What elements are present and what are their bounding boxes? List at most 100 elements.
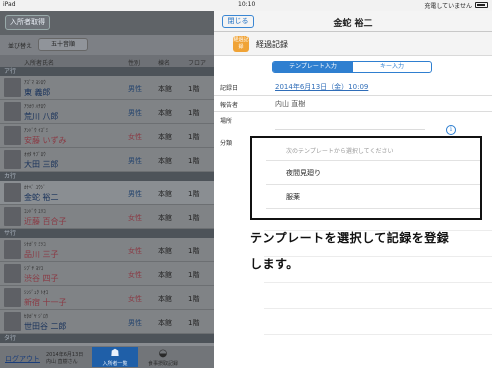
resident-gender: 男性 xyxy=(128,109,142,117)
resident-floor: 1階 xyxy=(188,247,200,255)
section-header: カ行 xyxy=(0,172,214,181)
resident-name: 大田 三郎 xyxy=(24,160,59,169)
resident-row[interactable]: ｼﾅｶﾞﾜ ﾐﾂｺ 品川 三子 女性 本館 1階 xyxy=(0,238,214,262)
avatar xyxy=(4,288,21,307)
resident-row[interactable]: ｼﾌﾞﾔ ﾖﾂｺ 渋谷 四子 女性 本館 1階 xyxy=(0,262,214,286)
modal-header: 閉じる 金蛇 裕二 xyxy=(214,11,492,32)
resident-gender: 女性 xyxy=(128,133,142,141)
info-icon[interactable]: i xyxy=(446,125,456,135)
template-item[interactable]: 夜間見廻り xyxy=(286,168,321,178)
resident-kana: ｱﾝﾄﾞｳ ｲｽﾞﾐ xyxy=(24,128,49,134)
resident-name: 新宿 十一子 xyxy=(24,298,67,307)
divider xyxy=(266,208,480,209)
resident-name: 渋谷 四子 xyxy=(24,274,59,283)
resident-kana: ｱｽﾞﾏ ﾖｼﾛｳ xyxy=(24,80,46,86)
modal-subtitle: 経過記録 xyxy=(256,40,288,49)
resident-building: 本館 xyxy=(158,271,172,279)
divider xyxy=(266,160,480,161)
avatar xyxy=(4,102,21,121)
resident-row[interactable]: ｱｽﾞﾏ ﾖｼﾛｳ 東 義郎 男性 本館 1階 xyxy=(0,76,214,100)
resident-floor: 1階 xyxy=(188,133,200,141)
resident-kana: ｼﾝｼﾞｭｸ ﾄｵｺ xyxy=(24,290,49,296)
resident-building: 本館 xyxy=(158,109,172,117)
status-bar: iPad 10:10 充電していません xyxy=(0,0,492,11)
modal-title: 金蛇 裕二 xyxy=(333,19,373,29)
place-label: 場所 xyxy=(220,118,233,125)
tab-resident-list[interactable]: ☗ 入所者一覧 xyxy=(92,347,138,367)
template-item[interactable]: 服薬 xyxy=(286,192,300,202)
battery-status: 充電していません xyxy=(424,3,472,10)
avatar xyxy=(4,312,21,331)
resident-name: 東 義郎 xyxy=(24,88,51,97)
resident-gender: 女性 xyxy=(128,247,142,255)
resident-floor: 1階 xyxy=(188,295,200,303)
section-header: タ行 xyxy=(0,334,214,343)
divider xyxy=(214,95,492,96)
template-picker-popup: 次のテンプレートから選択してください 夜間見廻り 服薬 xyxy=(250,136,482,220)
resident-building: 本館 xyxy=(158,157,172,165)
resident-building: 本館 xyxy=(158,247,172,255)
clock: 10:10 xyxy=(238,1,256,8)
resident-floor: 1階 xyxy=(188,214,200,222)
avatar xyxy=(4,78,21,97)
fetch-residents-button[interactable]: 入所者取得 xyxy=(5,15,50,30)
resident-kana: ｶﾅﾍﾞ ﾕｳｼﾞ xyxy=(24,185,46,191)
resident-row[interactable]: ｺﾝﾄﾞｳ ﾕﾘｺ 近藤 百合子 女性 本館 1階 xyxy=(0,205,214,229)
avatar xyxy=(4,150,21,169)
avatar xyxy=(4,240,21,259)
segment-template-input[interactable]: テンプレート入力 xyxy=(273,62,353,72)
resident-kana: ｼﾌﾞﾔ ﾖﾂｺ xyxy=(24,266,44,272)
resident-building: 本館 xyxy=(158,85,172,93)
resident-name: 世田谷 二郎 xyxy=(24,322,67,331)
progress-record-modal: 閉じる 金蛇 裕二 経過記録 経過記録 テンプレート入力 キー入力 記録日 20… xyxy=(214,11,492,368)
resident-name: 安藤 いずみ xyxy=(24,136,67,145)
column-building: 棟名 xyxy=(158,60,171,67)
resident-name: 品川 三子 xyxy=(24,250,59,259)
bowl-icon: ◒ xyxy=(158,348,168,359)
resident-floor: 1階 xyxy=(188,271,200,279)
resident-kana: ｺﾝﾄﾞｳ ﾕﾘｺ xyxy=(24,209,46,215)
place-input-underline[interactable] xyxy=(275,129,425,130)
date-label: 記録日 xyxy=(220,85,239,92)
resident-row[interactable]: ｱﾗｶﾜ ﾊﾁﾛｳ 荒川 八郎 男性 本館 1階 xyxy=(0,100,214,124)
reporter-value: 内山 直樹 xyxy=(275,100,306,108)
sort-label: 並び替え xyxy=(8,43,33,50)
sort-bar: 並び替え 五十音順 xyxy=(0,35,214,55)
template-picker-hint: 次のテンプレートから選択してください xyxy=(286,148,394,155)
resident-gender: 男性 xyxy=(128,190,142,198)
tab-label: 食事摂取記録 xyxy=(147,361,178,367)
resident-building: 本館 xyxy=(158,133,172,141)
segment-key-input[interactable]: キー入力 xyxy=(353,62,431,72)
progress-record-icon: 経過記録 xyxy=(233,36,249,52)
resident-row-selected[interactable]: ｶﾅﾍﾞ ﾕｳｼﾞ 金蛇 裕二 男性 本館 1階 xyxy=(0,181,214,205)
resident-row[interactable]: ｾﾀｶﾞﾔ ｼﾞﾛｳ 世田谷 二郎 男性 本館 1階 xyxy=(0,310,214,334)
logout-link[interactable]: ログアウト xyxy=(5,354,40,364)
instruction-caption-line-1: テンプレートを選択して記録を登録 xyxy=(250,231,450,245)
resident-list: ア行 ｱｽﾞﾏ ﾖｼﾛｳ 東 義郎 男性 本館 1階 ｱﾗｶﾜ ﾊﾁﾛｳ 荒川 … xyxy=(0,67,214,343)
divider xyxy=(214,111,492,112)
input-mode-segmented-control: テンプレート入力 キー入力 xyxy=(272,61,432,73)
resident-floor: 1階 xyxy=(188,85,200,93)
resident-kana: ｼﾅｶﾞﾜ ﾐﾂｺ xyxy=(24,242,46,248)
resident-kana: ｾﾀｶﾞﾔ ｼﾞﾛｳ xyxy=(24,314,49,320)
resident-floor: 1階 xyxy=(188,190,200,198)
tab-label: 入所者一覧 xyxy=(102,361,128,367)
login-user: 内山 直樹さん xyxy=(46,359,78,365)
resident-building: 本館 xyxy=(158,214,172,222)
resident-building: 本館 xyxy=(158,319,172,327)
tab-meal-record[interactable]: ◒ 食事摂取記録 xyxy=(140,347,186,367)
date-value[interactable]: 2014年6月13日（金）10:09 xyxy=(275,82,368,92)
resident-row[interactable]: ｵｵﾀ ｻﾌﾞﾛｳ 大田 三郎 男性 本館 1階 xyxy=(0,148,214,172)
resident-gender: 男性 xyxy=(128,157,142,165)
column-name: 入所者氏名 xyxy=(24,60,55,67)
section-header: ア行 xyxy=(0,67,214,76)
resident-gender: 女性 xyxy=(128,214,142,222)
battery-icon xyxy=(475,2,488,8)
avatar xyxy=(4,183,21,202)
sort-order-button[interactable]: 五十音順 xyxy=(38,38,88,51)
avatar xyxy=(4,126,21,145)
resident-row[interactable]: ｱﾝﾄﾞｳ ｲｽﾞﾐ 安藤 いずみ 女性 本館 1階 xyxy=(0,124,214,148)
resident-row[interactable]: ｼﾝｼﾞｭｸ ﾄｵｺ 新宿 十一子 女性 本館 1階 xyxy=(0,286,214,310)
resident-floor: 1階 xyxy=(188,109,200,117)
resident-name: 荒川 八郎 xyxy=(24,112,59,121)
